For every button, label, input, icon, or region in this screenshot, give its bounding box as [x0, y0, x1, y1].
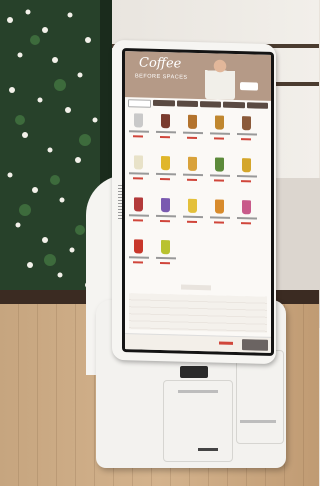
- order-button: [242, 339, 268, 351]
- drink-image: [242, 116, 251, 131]
- product-name: [129, 214, 149, 217]
- kiosk-screen: Coffee BEFORE SPACES: [122, 48, 274, 356]
- drink-image: [215, 199, 224, 214]
- product-name: [237, 175, 257, 178]
- product-price: [187, 178, 197, 181]
- product-tile: [183, 114, 203, 150]
- drink-image: [215, 115, 224, 130]
- category-tab: [128, 99, 152, 108]
- product-price: [160, 220, 170, 223]
- drink-image: [134, 155, 143, 170]
- drink-image: [188, 198, 197, 213]
- drink-image: [134, 197, 143, 212]
- product-price: [241, 138, 251, 141]
- drink-image: [188, 114, 197, 129]
- product-name: [129, 172, 149, 175]
- product-price: [214, 137, 224, 140]
- product-name: [237, 217, 257, 220]
- category-tab: [199, 101, 222, 108]
- card-slot: [240, 420, 276, 423]
- category-tab: [153, 99, 175, 107]
- product-name: [237, 133, 257, 136]
- barista-photo: [205, 56, 235, 100]
- product-name: [156, 172, 176, 176]
- product-name: [156, 256, 176, 260]
- pagination: [181, 284, 211, 291]
- order-total: [219, 341, 233, 345]
- drink-image: [134, 239, 143, 254]
- product-tile: [129, 239, 149, 274]
- product-tile: [237, 158, 257, 193]
- product-price: [160, 136, 170, 139]
- product-price: [133, 177, 143, 180]
- product-name: [156, 130, 176, 134]
- product-price: [187, 136, 197, 139]
- product-price: [160, 262, 170, 265]
- product-price: [160, 178, 170, 181]
- category-tab: [246, 102, 268, 109]
- product-name: [210, 216, 230, 219]
- product-tile: [210, 157, 230, 192]
- product-name: [129, 256, 149, 259]
- banner-subtitle: BEFORE SPACES: [135, 73, 188, 81]
- banner-title: Coffee: [139, 55, 182, 72]
- brand-logo: [198, 448, 218, 451]
- category-tabs: [128, 99, 268, 111]
- drink-image: [161, 156, 170, 171]
- kiosk-panel-door: [236, 350, 284, 444]
- product-tile: [210, 199, 230, 234]
- category-tab: [176, 100, 198, 107]
- drink-image: [242, 158, 251, 173]
- product-price: [133, 261, 143, 264]
- product-tile: [210, 115, 230, 150]
- product-tile: [156, 114, 176, 149]
- product-price: [241, 180, 251, 183]
- product-tile: [129, 155, 149, 190]
- product-tile: [129, 197, 149, 232]
- product-name: [210, 132, 230, 135]
- product-tile: [183, 156, 203, 192]
- product-tile: [183, 198, 203, 234]
- product-name: [210, 174, 230, 177]
- product-tile: [156, 156, 176, 191]
- product-tile: [237, 116, 257, 151]
- drink-image: [215, 157, 224, 172]
- product-price: [214, 179, 224, 182]
- product-price: [187, 220, 197, 223]
- receipt-slot: [178, 390, 218, 393]
- screen-banner: Coffee BEFORE SPACES: [125, 51, 271, 101]
- product-price: [214, 221, 224, 224]
- drink-image: [161, 114, 170, 129]
- product-name: [129, 130, 149, 133]
- qr-scanner: [180, 366, 208, 378]
- order-footer: [125, 333, 271, 354]
- product-price: [241, 222, 251, 225]
- product-name: [183, 215, 203, 219]
- product-name: [183, 173, 203, 177]
- drink-image: [188, 156, 197, 171]
- product-price: [133, 219, 143, 222]
- product-tile: [156, 240, 176, 275]
- product-price: [133, 135, 143, 138]
- product-tile: [156, 198, 176, 233]
- product-name: [156, 214, 176, 218]
- drink-image: [242, 200, 251, 215]
- order-list: [129, 293, 267, 333]
- drink-image: [134, 113, 143, 128]
- product-tile: [129, 113, 149, 148]
- banner-logo: [240, 82, 258, 91]
- category-tab: [223, 101, 245, 109]
- drink-image: [161, 198, 170, 213]
- product-name: [183, 131, 203, 135]
- product-grid: [129, 113, 267, 295]
- drink-image: [161, 240, 170, 255]
- product-tile: [237, 200, 257, 235]
